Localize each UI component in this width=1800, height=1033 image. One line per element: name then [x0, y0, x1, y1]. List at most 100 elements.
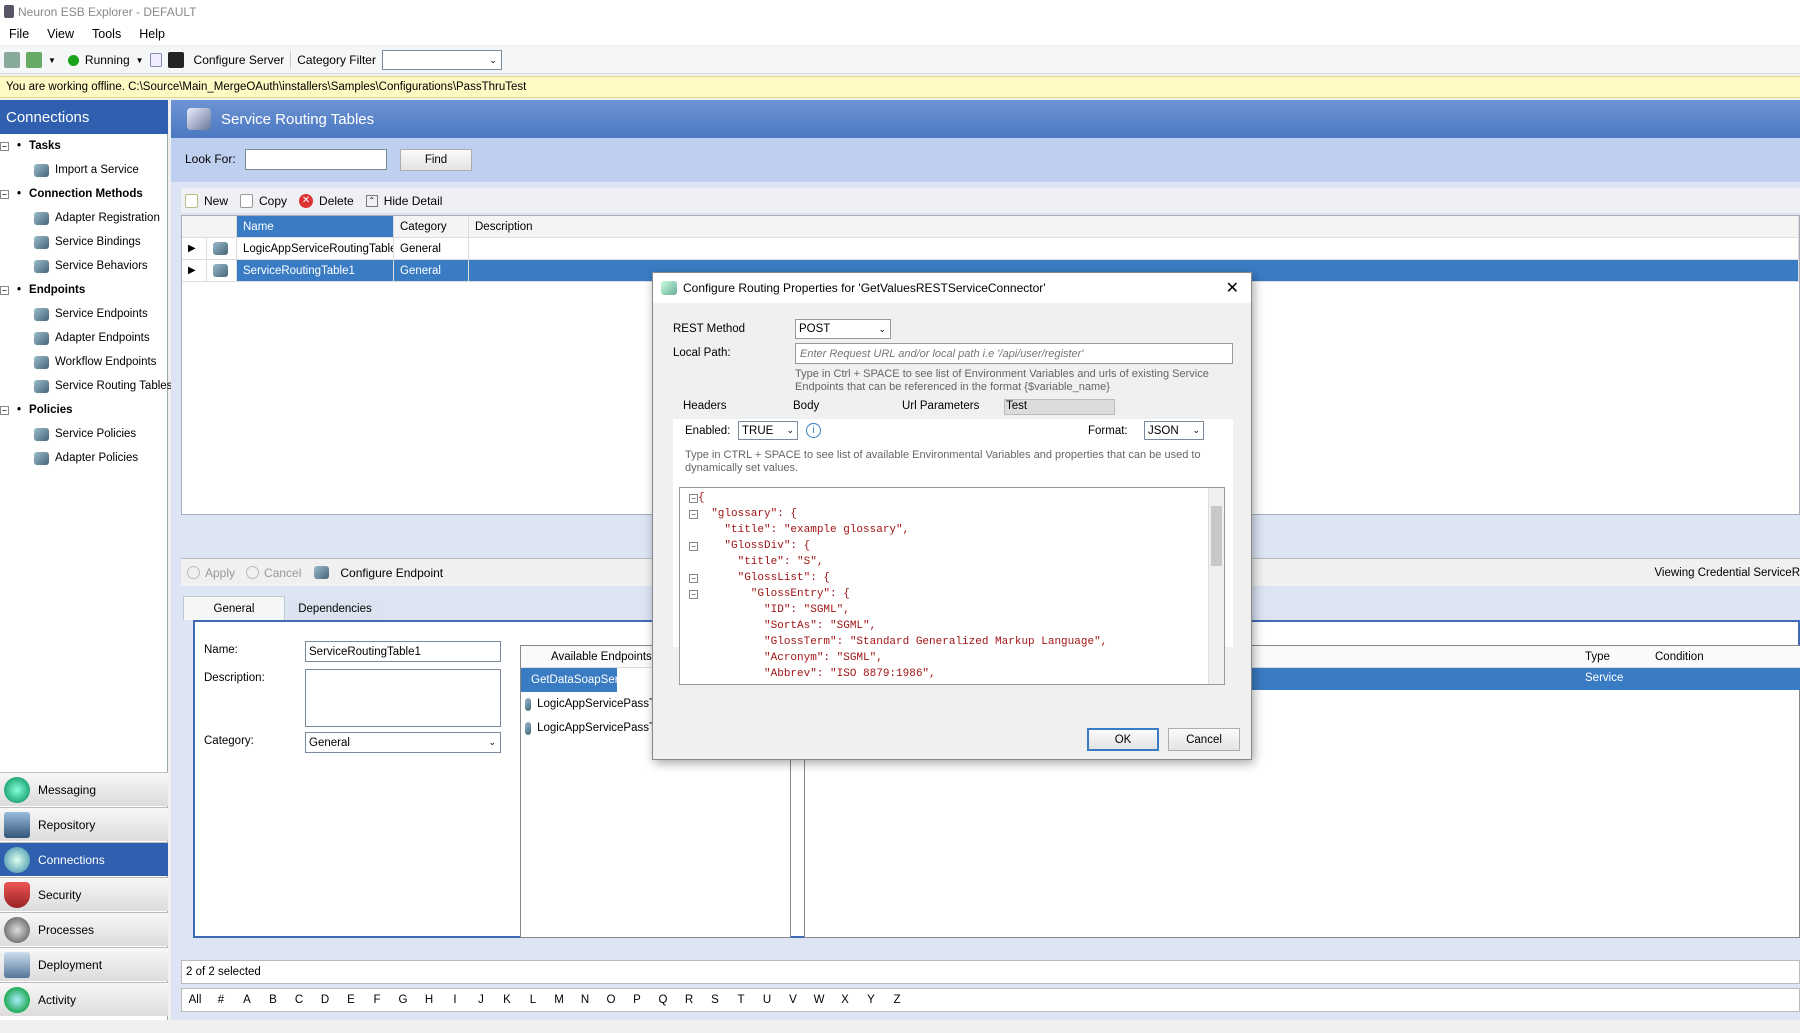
- row-expander[interactable]: ▶: [182, 260, 207, 282]
- sidebar-item-service-endpoints[interactable]: Service Endpoints: [34, 304, 148, 324]
- info-icon[interactable]: i: [806, 423, 821, 438]
- table-row-category[interactable]: General: [394, 238, 469, 260]
- running-status[interactable]: Running: [85, 53, 130, 67]
- sidebar-item-workflow-endpoints[interactable]: Workflow Endpoints: [34, 352, 156, 372]
- info-icon[interactable]: [149, 53, 162, 67]
- save-icon[interactable]: [4, 52, 20, 68]
- nav-repository[interactable]: Repository: [0, 807, 168, 841]
- alphabet-filter-item[interactable]: Z: [884, 994, 910, 1006]
- alphabet-filter-item[interactable]: C: [286, 994, 312, 1006]
- scrollbar-thumb[interactable]: [1211, 506, 1222, 566]
- rest-method-select[interactable]: POST ⌄: [795, 319, 891, 339]
- alphabet-filter-item[interactable]: K: [494, 994, 520, 1006]
- alphabet-filter-item[interactable]: L: [520, 994, 546, 1006]
- tab-dependencies[interactable]: Dependencies: [287, 598, 383, 620]
- menu-help[interactable]: Help: [130, 27, 174, 41]
- column-header-condition[interactable]: Condition: [1655, 651, 1704, 663]
- alphabet-filter-item[interactable]: U: [754, 994, 780, 1006]
- alphabet-filter-item[interactable]: I: [442, 994, 468, 1006]
- name-input[interactable]: ServiceRoutingTable1: [305, 641, 501, 662]
- alphabet-filter-item[interactable]: J: [468, 994, 494, 1006]
- tab-general[interactable]: General: [183, 596, 285, 620]
- row-expander[interactable]: ▶: [182, 238, 207, 260]
- configure-endpoint-button[interactable]: Configure Endpoint: [340, 566, 443, 580]
- dropdown-arrow-icon[interactable]: ▼: [136, 56, 144, 65]
- column-header-category[interactable]: Category: [394, 216, 469, 238]
- sidebar-item-import-service[interactable]: Import a Service: [34, 160, 139, 180]
- alphabet-filter-item[interactable]: R: [676, 994, 702, 1006]
- alphabet-filter-item[interactable]: O: [598, 994, 624, 1006]
- list-item[interactable]: LogicAppServicePassT: [521, 716, 656, 740]
- alphabet-filter-item[interactable]: G: [390, 994, 416, 1006]
- find-button[interactable]: Find: [400, 149, 472, 171]
- cancel-button[interactable]: Cancel: [264, 566, 301, 580]
- tree-group-endpoints[interactable]: − • Endpoints: [0, 280, 85, 300]
- collapse-icon[interactable]: −: [0, 405, 9, 415]
- sidebar-item-service-policies[interactable]: Service Policies: [34, 424, 136, 444]
- alphabet-filter-item[interactable]: B: [260, 994, 286, 1006]
- dropdown-arrow-icon[interactable]: ▼: [48, 56, 56, 65]
- tree-group-connection-methods[interactable]: − • Connection Methods: [0, 184, 143, 204]
- tree-group-policies[interactable]: − • Policies: [0, 400, 73, 420]
- table-row-name[interactable]: LogicAppServiceRoutingTable: [237, 238, 394, 260]
- enabled-select[interactable]: TRUE ⌄: [738, 421, 798, 440]
- nav-connections[interactable]: Connections: [0, 842, 168, 876]
- json-editor[interactable]: − − − − − { "glossary": { "title": "exam…: [679, 487, 1225, 685]
- alphabet-filter-item[interactable]: W: [806, 994, 832, 1006]
- vertical-scrollbar[interactable]: [1208, 488, 1224, 684]
- look-for-input[interactable]: [245, 149, 387, 170]
- alphabet-filter-item[interactable]: M: [546, 994, 572, 1006]
- collapse-icon[interactable]: −: [689, 494, 698, 503]
- new-button[interactable]: New: [204, 194, 228, 208]
- sidebar-item-service-routing-tables[interactable]: Service Routing Tables: [34, 376, 172, 396]
- collapse-icon[interactable]: −: [0, 141, 9, 151]
- sidebar-item-service-bindings[interactable]: Service Bindings: [34, 232, 141, 252]
- tab-body[interactable]: Body: [793, 400, 819, 412]
- list-item[interactable]: GetDataSoapService: [521, 668, 617, 692]
- table-row-description[interactable]: [469, 238, 1799, 260]
- collapse-icon[interactable]: −: [689, 590, 698, 599]
- alphabet-filter-item[interactable]: S: [702, 994, 728, 1006]
- list-item[interactable]: LogicAppServicePassT: [521, 692, 656, 716]
- column-header-type[interactable]: Type: [1585, 651, 1610, 663]
- dialog-cancel-button[interactable]: Cancel: [1168, 728, 1240, 751]
- nav-activity[interactable]: Activity: [0, 982, 168, 1016]
- alphabet-filter-item[interactable]: P: [624, 994, 650, 1006]
- sidebar-item-adapter-endpoints[interactable]: Adapter Endpoints: [34, 328, 150, 348]
- tab-headers[interactable]: Headers: [683, 400, 726, 412]
- alphabet-filter-item[interactable]: T: [728, 994, 754, 1006]
- local-path-input[interactable]: [795, 343, 1233, 364]
- sidebar-item-adapter-policies[interactable]: Adapter Policies: [34, 448, 138, 468]
- alphabet-filter-item[interactable]: V: [780, 994, 806, 1006]
- connect-icon[interactable]: [26, 52, 42, 68]
- alphabet-filter-item[interactable]: A: [234, 994, 260, 1006]
- delete-button[interactable]: Delete: [319, 194, 354, 208]
- apply-button[interactable]: Apply: [205, 566, 235, 580]
- alphabet-filter-item[interactable]: F: [364, 994, 390, 1006]
- menu-file[interactable]: File: [0, 27, 38, 41]
- alphabet-filter-item[interactable]: Y: [858, 994, 884, 1006]
- table-row-name[interactable]: ServiceRoutingTable1: [237, 260, 394, 282]
- nav-messaging[interactable]: Messaging: [0, 772, 168, 806]
- table-row-category[interactable]: General: [394, 260, 469, 282]
- hide-detail-button[interactable]: Hide Detail: [384, 194, 443, 208]
- alphabet-filter-item[interactable]: X: [832, 994, 858, 1006]
- alphabet-filter-item[interactable]: Q: [650, 994, 676, 1006]
- collapse-icon[interactable]: −: [689, 542, 698, 551]
- alphabet-filter-item[interactable]: All: [182, 994, 208, 1006]
- tab-url-parameters[interactable]: Url Parameters: [902, 400, 979, 412]
- nav-deployment[interactable]: Deployment: [0, 947, 168, 981]
- nav-security[interactable]: Security: [0, 877, 168, 911]
- tab-test[interactable]: Test: [1004, 399, 1115, 415]
- ok-button[interactable]: OK: [1087, 728, 1159, 751]
- collapse-icon[interactable]: −: [689, 574, 698, 583]
- menu-tools[interactable]: Tools: [83, 27, 130, 41]
- nav-processes[interactable]: Processes: [0, 912, 168, 946]
- description-textarea[interactable]: [305, 669, 501, 727]
- alphabet-filter-item[interactable]: #: [208, 994, 234, 1006]
- alphabet-filter-item[interactable]: H: [416, 994, 442, 1006]
- configure-server-button[interactable]: Configure Server: [194, 53, 285, 67]
- tree-group-tasks[interactable]: − • Tasks: [0, 136, 61, 156]
- copy-button[interactable]: Copy: [259, 194, 287, 208]
- format-select[interactable]: JSON ⌄: [1144, 421, 1204, 440]
